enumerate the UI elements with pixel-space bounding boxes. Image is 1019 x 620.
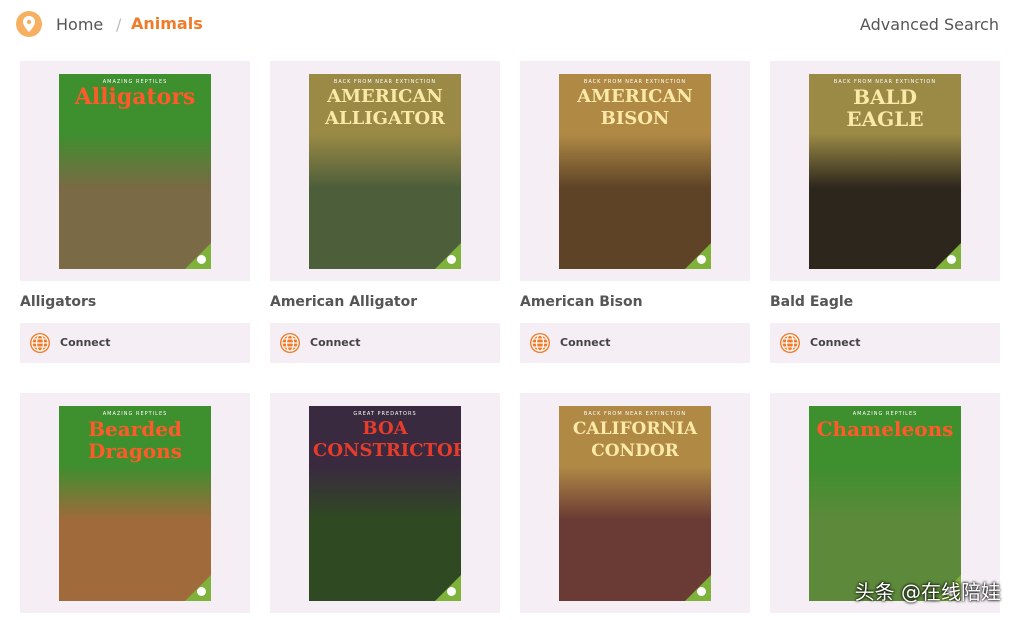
cover-title: BOA CONSTRICTOR — [313, 418, 461, 461]
publisher-logo-icon — [947, 255, 956, 264]
cover-series: BACK FROM NEAR EXTINCTION — [583, 79, 687, 85]
book-cover-frame: GREAT PREDATORS BOA CONSTRICTOR — [270, 393, 500, 613]
book-cover-frame: BACK FROM NEAR EXTINCTION BALD EAGLE — [770, 61, 1000, 281]
cover-title: CALIFORNIA CONDOR — [572, 419, 698, 461]
publisher-logo-icon — [697, 255, 706, 264]
breadcrumb-current[interactable]: Animals — [131, 14, 203, 33]
globe-icon — [30, 333, 50, 353]
publisher-logo-icon — [697, 587, 706, 596]
book-cover-image[interactable]: AMAZING REPTILES Alligators — [59, 74, 211, 269]
watermark: 头条 @在线陪娃 — [854, 580, 1001, 604]
cover-title: Chameleons — [816, 417, 954, 441]
publisher-logo-icon — [197, 255, 206, 264]
book-cover-image[interactable]: BACK FROM NEAR EXTINCTION BALD EAGLE — [809, 74, 961, 269]
cover-title: AMERICAN ALLIGATOR — [324, 86, 446, 129]
publisher-logo-icon — [447, 255, 456, 264]
publisher-logo-icon — [447, 587, 456, 596]
breadcrumb-separator: / — [116, 15, 122, 34]
connect-button[interactable]: Connect — [20, 323, 250, 363]
book-title-link[interactable]: American Bison — [520, 294, 643, 310]
book-cover-image[interactable]: BACK FROM NEAR EXTINCTION AMERICAN ALLIGA… — [309, 74, 461, 269]
cover-series: GREAT PREDATORS — [353, 411, 417, 417]
cover-title: Bearded Dragons — [88, 417, 182, 463]
book-cover-frame: AMAZING REPTILES Alligators — [20, 61, 250, 281]
advanced-search-link[interactable]: Advanced Search — [860, 15, 999, 34]
location-pin-icon — [16, 11, 42, 37]
book-cover-frame: BACK FROM NEAR EXTINCTION CALIFORNIA COND… — [520, 393, 750, 613]
book-title-link[interactable]: American Alligator — [270, 294, 417, 310]
connect-label: Connect — [560, 336, 611, 349]
book-cover-frame: BACK FROM NEAR EXTINCTION AMERICAN ALLIGA… — [270, 61, 500, 281]
book-cover-frame: BACK FROM NEAR EXTINCTION AMERICAN BISON — [520, 61, 750, 281]
connect-label: Connect — [810, 336, 861, 349]
book-cover-image[interactable]: BACK FROM NEAR EXTINCTION AMERICAN BISON — [559, 74, 711, 269]
cover-title: Alligators — [74, 84, 196, 110]
book-cover-image[interactable]: AMAZING REPTILES Chameleons — [809, 406, 961, 601]
cover-title: AMERICAN BISON — [577, 86, 693, 129]
connect-label: Connect — [310, 336, 361, 349]
top-bar: Home / Animals Advanced Search — [0, 0, 1019, 50]
breadcrumb-home-link[interactable]: Home — [56, 15, 103, 34]
globe-icon — [280, 333, 300, 353]
globe-icon — [780, 333, 800, 353]
connect-label: Connect — [60, 336, 111, 349]
book-cover-image[interactable]: GREAT PREDATORS BOA CONSTRICTOR — [309, 406, 461, 601]
connect-button[interactable]: Connect — [770, 323, 1000, 363]
globe-icon — [530, 333, 550, 353]
connect-button[interactable]: Connect — [520, 323, 750, 363]
connect-button[interactable]: Connect — [270, 323, 500, 363]
book-cover-image[interactable]: AMAZING REPTILES Bearded Dragons — [59, 406, 211, 601]
book-title-link[interactable]: Alligators — [20, 294, 96, 310]
cover-title: BALD EAGLE — [846, 85, 924, 131]
book-cover-image[interactable]: BACK FROM NEAR EXTINCTION CALIFORNIA COND… — [559, 406, 711, 601]
cover-series: BACK FROM NEAR EXTINCTION — [583, 411, 687, 417]
publisher-logo-icon — [197, 587, 206, 596]
book-cover-frame: AMAZING REPTILES Bearded Dragons — [20, 393, 250, 613]
book-title-link[interactable]: Bald Eagle — [770, 294, 853, 310]
cover-series: BACK FROM NEAR EXTINCTION — [333, 79, 437, 85]
